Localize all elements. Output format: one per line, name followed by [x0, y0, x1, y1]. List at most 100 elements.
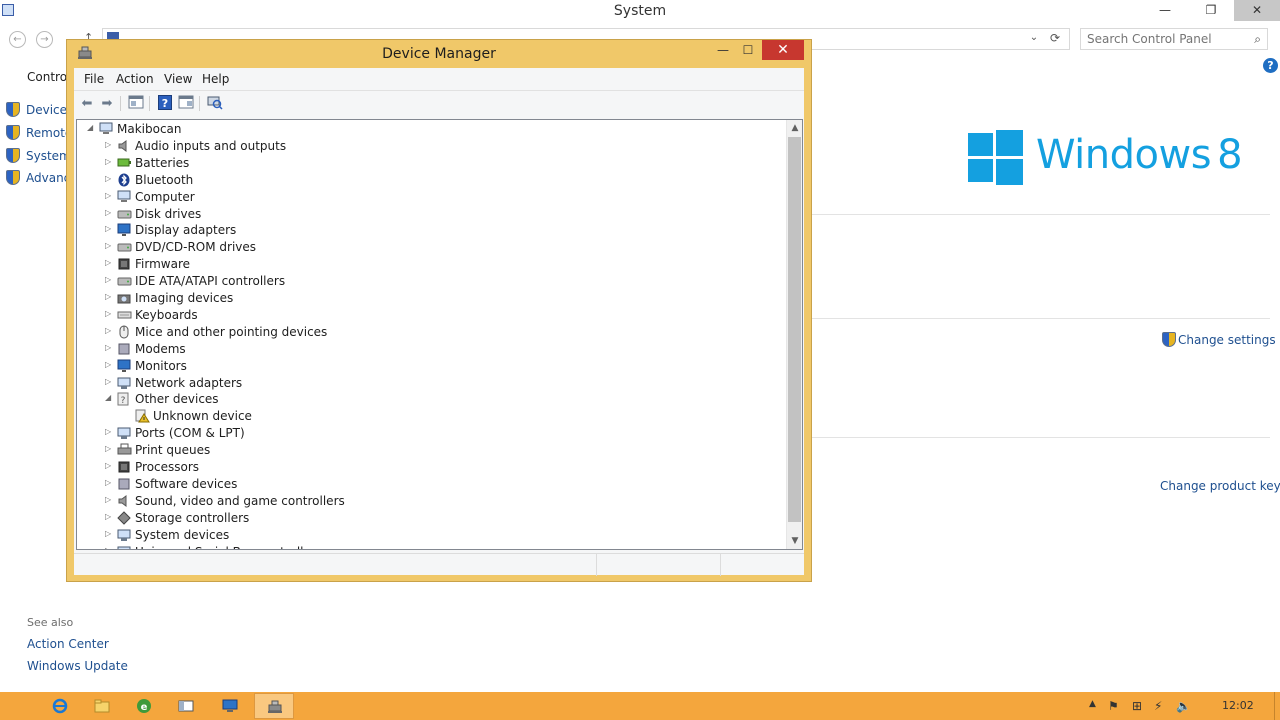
device-tree[interactable]: ◢ Makibocan ▷ Audio inputs and outputs ▷ Batt…	[76, 119, 803, 550]
collapse-arrow-icon[interactable]: ◢	[87, 123, 96, 132]
expand-arrow-icon[interactable]: ▷	[105, 275, 114, 284]
sidebar-item-advanced-settings[interactable]: Advanc	[6, 170, 70, 188]
windows-update-link[interactable]: Windows Update	[27, 659, 128, 673]
power-icon[interactable]: ⚡	[1154, 699, 1162, 713]
search-field[interactable]: ⌕	[1080, 28, 1268, 50]
change-product-key-link[interactable]: Change product key	[1160, 479, 1280, 493]
expand-arrow-icon[interactable]: ▷	[105, 529, 114, 538]
tree-item-label: System devices	[135, 527, 230, 542]
forward-arrow-icon[interactable]: →	[36, 31, 53, 48]
taskbar-internet-explorer[interactable]	[40, 693, 80, 719]
show-hide-icon[interactable]	[177, 95, 195, 112]
expand-arrow-icon[interactable]: ▷	[105, 157, 114, 166]
expand-arrow-icon[interactable]: ▷	[105, 512, 114, 521]
expand-arrow-icon[interactable]: ▷	[105, 241, 114, 250]
window-icon	[178, 698, 194, 714]
internet-explorer-icon	[52, 698, 68, 714]
expand-arrow-icon[interactable]: ▷	[105, 444, 114, 453]
expand-arrow-icon[interactable]: ▷	[105, 208, 114, 217]
section-divider	[812, 437, 1270, 438]
maximize-button[interactable]: ☐	[735, 40, 761, 60]
action-center-link[interactable]: Action Center	[27, 637, 109, 651]
tree-item-label: IDE ATA/ATAPI controllers	[135, 274, 286, 289]
expand-arrow-icon[interactable]: ▷	[105, 360, 114, 369]
other-devices-icon: ?	[117, 392, 132, 406]
search-input[interactable]	[1087, 32, 1237, 46]
collapse-arrow-icon[interactable]: ◢	[105, 393, 114, 402]
help-icon[interactable]: ?	[1263, 58, 1278, 73]
vertical-scrollbar[interactable]: ▲ ▼	[786, 120, 802, 549]
sidebar-item-remote-settings[interactable]: Remote	[6, 125, 72, 143]
device-manager-title-bar[interactable]: Device Manager — ☐ ✕	[67, 40, 811, 68]
menu-help[interactable]: Help	[202, 72, 229, 86]
menu-bar: File Action View Help	[74, 68, 804, 90]
expand-arrow-icon[interactable]: ▷	[105, 343, 114, 352]
minimize-button[interactable]: —	[710, 40, 736, 60]
close-button[interactable]: ✕	[1234, 0, 1280, 21]
toolbar-separator	[149, 96, 150, 111]
modem-icon	[117, 342, 132, 356]
expand-arrow-icon[interactable]: ▷	[105, 546, 114, 550]
device-manager-icon	[267, 699, 283, 715]
mobility-icon[interactable]: ⊞	[1132, 699, 1142, 713]
expand-arrow-icon[interactable]: ▷	[105, 326, 114, 335]
forward-icon[interactable]: ➡	[98, 95, 116, 112]
expand-arrow-icon[interactable]: ▷	[105, 478, 114, 487]
taskbar-system-window[interactable]	[210, 693, 250, 719]
tree-item-label: Audio inputs and outputs	[135, 138, 287, 153]
menu-file[interactable]: File	[84, 72, 104, 86]
tree-item-label: Modems	[135, 341, 186, 356]
taskbar-store[interactable]: e	[124, 693, 164, 719]
mouse-icon	[117, 325, 132, 339]
search-icon[interactable]: ⌕	[1254, 32, 1261, 47]
scan-hardware-icon[interactable]	[206, 95, 224, 112]
restore-button[interactable]: ❐	[1188, 0, 1234, 21]
logo-version: 8	[1217, 132, 1243, 178]
system-title-bar[interactable]: System — ❐ ✕	[0, 0, 1280, 22]
expand-arrow-icon[interactable]: ▷	[105, 377, 114, 386]
tree-item-label: DVD/CD-ROM drives	[135, 240, 257, 255]
properties-pane-icon[interactable]	[127, 95, 145, 112]
show-desktop-button[interactable]	[1274, 692, 1280, 720]
expand-arrow-icon[interactable]: ▷	[105, 258, 114, 267]
action-center-flag-icon[interactable]: ⚑	[1108, 699, 1119, 713]
expand-arrow-icon[interactable]: ▷	[105, 191, 114, 200]
sidebar-home-link[interactable]: Control	[27, 70, 70, 84]
taskbar-device-manager[interactable]	[254, 693, 294, 719]
taskbar-clock[interactable]: 12:02	[1222, 699, 1254, 712]
scroll-up-icon[interactable]: ▲	[787, 120, 802, 136]
scroll-down-icon[interactable]: ▼	[787, 533, 802, 549]
sidebar-item-system-protection[interactable]: System	[6, 148, 71, 166]
expand-arrow-icon[interactable]: ▷	[105, 461, 114, 470]
status-bar	[74, 553, 804, 576]
expand-arrow-icon[interactable]: ▷	[105, 140, 114, 149]
refresh-icon[interactable]: ⟳	[1046, 30, 1064, 46]
expand-arrow-icon[interactable]: ▷	[105, 174, 114, 183]
scroll-thumb[interactable]	[788, 137, 801, 522]
back-arrow-icon[interactable]: ←	[9, 31, 26, 48]
address-dropdown-icon[interactable]: ⌄	[1026, 30, 1042, 46]
minimize-button[interactable]: —	[1142, 0, 1188, 21]
printer-icon	[117, 443, 132, 457]
close-button[interactable]: ✕	[762, 40, 804, 60]
expand-arrow-icon[interactable]: ▷	[105, 495, 114, 504]
show-hidden-icons-icon[interactable]: ▲	[1089, 699, 1096, 709]
help-icon[interactable]: ?	[156, 95, 174, 112]
tree-item-label: Keyboards	[135, 307, 198, 322]
port-icon	[117, 426, 132, 440]
change-settings-link[interactable]: Change settings	[1162, 332, 1276, 347]
volume-icon[interactable]: 🔈	[1176, 699, 1191, 713]
taskbar-file-explorer[interactable]	[82, 693, 122, 719]
monitor-icon	[117, 359, 132, 373]
menu-view[interactable]: View	[164, 72, 192, 86]
expand-arrow-icon[interactable]: ▷	[105, 309, 114, 318]
expand-arrow-icon[interactable]: ▷	[105, 292, 114, 301]
expand-arrow-icon[interactable]: ▷	[105, 427, 114, 436]
menu-action[interactable]: Action	[116, 72, 154, 86]
tree-item-label: Other devices	[135, 392, 219, 407]
see-also-heading: See also	[27, 616, 74, 629]
taskbar-control-panel[interactable]	[166, 693, 206, 719]
expand-arrow-icon[interactable]: ▷	[105, 224, 114, 233]
back-icon[interactable]: ⬅	[78, 95, 96, 112]
shield-icon	[1162, 332, 1176, 347]
